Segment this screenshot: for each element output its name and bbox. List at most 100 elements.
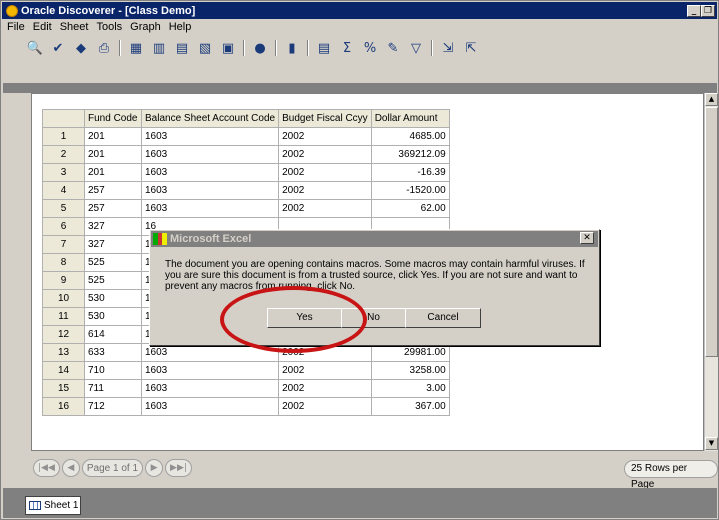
row-number[interactable]: 8 — [42, 253, 85, 272]
dollar-amount-cell[interactable]: 4685.00 — [370, 127, 450, 146]
cancel-button[interactable]: Cancel — [405, 308, 481, 328]
fund-code-cell[interactable]: 327 — [84, 235, 142, 254]
fiscal-year-cell[interactable]: 2002 — [278, 163, 372, 182]
table-row[interactable]: 16 712 1603 2002 367.00 — [42, 397, 450, 416]
dollar-amount-cell[interactable]: 369212.09 — [370, 145, 450, 164]
fund-code-cell[interactable]: 257 — [84, 181, 142, 200]
menu-tools[interactable]: Tools — [92, 20, 126, 35]
fund-code-cell[interactable]: 257 — [84, 199, 142, 218]
account-code-cell[interactable]: 1603 — [140, 397, 280, 416]
wizard-icon[interactable]: ● — [250, 38, 270, 58]
dollar-amount-cell[interactable]: -16.39 — [370, 163, 450, 182]
fiscal-year-cell[interactable]: 2002 — [278, 343, 372, 362]
scroll-down-icon[interactable]: ▼ — [705, 437, 718, 450]
account-code-cell[interactable]: 1603 — [140, 343, 280, 362]
last-page-icon[interactable]: ▶▶| — [165, 459, 192, 477]
table-row[interactable]: 5 257 1603 2002 62.00 — [42, 199, 450, 218]
fiscal-year-cell[interactable]: 2002 — [278, 361, 372, 380]
fiscal-year-cell[interactable]: 2002 — [278, 181, 372, 200]
export-icon[interactable]: ⇱ — [461, 38, 481, 58]
account-code-cell[interactable]: 1603 — [140, 127, 280, 146]
table-row[interactable]: 2 201 1603 2002 369212.09 — [42, 145, 450, 164]
conditional-format-icon[interactable]: ✎ — [383, 38, 403, 58]
dollar-amount-cell[interactable]: -1520.00 — [370, 181, 450, 200]
sheet-tab-1[interactable]: Sheet 1 — [25, 496, 81, 515]
account-code-cell[interactable]: 1603 — [140, 199, 280, 218]
table-row[interactable]: 1 201 1603 2002 4685.00 — [42, 127, 450, 146]
row-number[interactable]: 15 — [42, 379, 85, 398]
fiscal-year-cell[interactable]: 2002 — [278, 379, 372, 398]
column-header-budget-fiscal-ccyy[interactable]: Budget Fiscal Ccyy — [278, 109, 372, 128]
fund-code-cell[interactable]: 614 — [84, 325, 142, 344]
fund-code-cell[interactable]: 633 — [84, 343, 142, 362]
row-number[interactable]: 13 — [42, 343, 85, 362]
fund-code-cell[interactable]: 201 — [84, 145, 142, 164]
account-code-cell[interactable]: 1603 — [140, 361, 280, 380]
fund-code-cell[interactable]: 525 — [84, 271, 142, 290]
first-page-icon[interactable]: |◀◀ — [33, 459, 60, 477]
row-number[interactable]: 10 — [42, 289, 85, 308]
fiscal-year-cell[interactable]: 2002 — [278, 145, 372, 164]
scroll-thumb[interactable] — [705, 107, 718, 357]
fund-code-cell[interactable]: 710 — [84, 361, 142, 380]
row-number[interactable]: 4 — [42, 181, 85, 200]
yes-button[interactable]: Yes — [267, 308, 342, 328]
column-header-fund-code[interactable]: Fund Code — [84, 109, 142, 128]
fund-code-cell[interactable]: 530 — [84, 289, 142, 308]
table-row[interactable]: 4 257 1603 2002 -1520.00 — [42, 181, 450, 200]
drill-icon[interactable]: ⇲ — [438, 38, 458, 58]
account-code-cell[interactable]: 1603 — [140, 145, 280, 164]
menu-sheet[interactable]: Sheet — [56, 20, 93, 35]
fiscal-year-cell[interactable]: 2002 — [278, 127, 372, 146]
row-number[interactable]: 1 — [42, 127, 85, 146]
row-number[interactable]: 6 — [42, 217, 85, 236]
dollar-amount-cell[interactable]: 367.00 — [370, 397, 450, 416]
dollar-amount-cell[interactable]: 62.00 — [370, 199, 450, 218]
totals-icon[interactable]: ▤ — [314, 38, 334, 58]
fund-code-cell[interactable]: 711 — [84, 379, 142, 398]
vertical-scrollbar[interactable]: ▲ ▼ — [704, 93, 718, 451]
percent-icon[interactable]: % — [360, 38, 380, 58]
row-number[interactable]: 12 — [42, 325, 85, 344]
previous-page-icon[interactable]: ◀ — [61, 459, 80, 477]
fund-code-cell[interactable]: 712 — [84, 397, 142, 416]
page-icon[interactable]: ▣ — [218, 38, 238, 58]
row-number[interactable]: 9 — [42, 271, 85, 290]
table-row[interactable]: 15 711 1603 2002 3.00 — [42, 379, 450, 398]
column-header-dollar-amount[interactable]: Dollar Amount — [370, 109, 450, 128]
row-number[interactable]: 14 — [42, 361, 85, 380]
column-header-balance-sheet-account-code[interactable]: Balance Sheet Account Code — [140, 109, 280, 128]
table-row[interactable]: 14 710 1603 2002 3258.00 — [42, 361, 450, 380]
table-row[interactable]: 13 633 1603 2002 29981.00 — [42, 343, 450, 362]
table-icon[interactable]: ▥ — [149, 38, 169, 58]
filter-icon[interactable]: ▽ — [406, 38, 426, 58]
dollar-amount-cell[interactable]: 29981.00 — [370, 343, 450, 362]
edit-icon[interactable]: ◆ — [71, 38, 91, 58]
save-icon[interactable]: ✔ — [48, 38, 68, 58]
row-number[interactable]: 3 — [42, 163, 85, 182]
scroll-up-icon[interactable]: ▲ — [705, 93, 718, 106]
row-number[interactable]: 11 — [42, 307, 85, 326]
next-page-icon[interactable]: ▶ — [145, 459, 164, 477]
dollar-amount-cell[interactable]: 3258.00 — [370, 361, 450, 380]
sum-icon[interactable]: Σ — [337, 38, 357, 58]
fiscal-year-cell[interactable]: 2002 — [278, 397, 372, 416]
no-button[interactable]: No — [341, 308, 406, 328]
fund-code-cell[interactable]: 201 — [84, 163, 142, 182]
row-number[interactable]: 16 — [42, 397, 85, 416]
corner-header[interactable] — [42, 109, 85, 128]
layout-icon[interactable]: ▦ — [126, 38, 146, 58]
crosstab-icon[interactable]: ▤ — [172, 38, 192, 58]
account-code-cell[interactable]: 1603 — [140, 181, 280, 200]
fund-code-cell[interactable]: 327 — [84, 217, 142, 236]
title-bar[interactable]: Oracle Discoverer - [Class Demo] _ ❐ — [2, 2, 717, 19]
restore-icon[interactable]: ❐ — [701, 4, 715, 17]
row-number[interactable]: 5 — [42, 199, 85, 218]
fiscal-year-cell[interactable]: 2002 — [278, 199, 372, 218]
fund-code-cell[interactable]: 530 — [84, 307, 142, 326]
bar-chart-icon[interactable]: ▮ — [282, 38, 302, 58]
menu-edit[interactable]: Edit — [29, 20, 56, 35]
account-code-cell[interactable]: 1603 — [140, 379, 280, 398]
open-icon[interactable]: 🔍 — [25, 38, 45, 58]
table-row[interactable]: 3 201 1603 2002 -16.39 — [42, 163, 450, 182]
